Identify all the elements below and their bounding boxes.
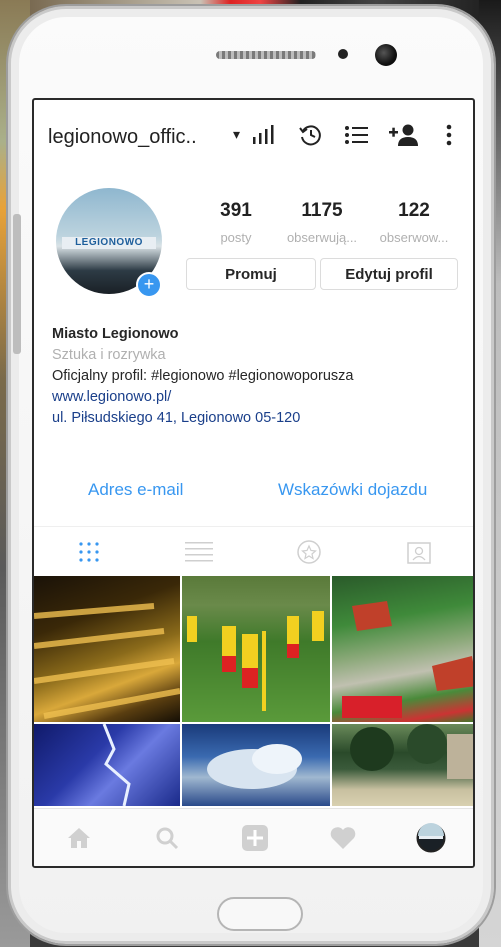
avatar-logo: LEGIONOWO bbox=[62, 237, 156, 249]
add-post-icon[interactable] bbox=[240, 823, 270, 853]
email-link[interactable]: Adres e-mail bbox=[88, 480, 183, 500]
grid-photo-benches[interactable] bbox=[34, 576, 180, 722]
app-screen: legionowo_offic.. ▾ LEGIONOWO + 391 post… bbox=[32, 98, 475, 868]
tagged-icon bbox=[407, 542, 431, 564]
profile-address-link[interactable]: ul. Piłsudskiego 41, Legionowo 05-120 bbox=[52, 408, 353, 429]
insights-icon[interactable] bbox=[248, 120, 278, 150]
following-count: 122 bbox=[398, 200, 430, 221]
profile-bio: Miasto Legionowo Sztuka i rozrywka Oficj… bbox=[52, 324, 353, 429]
username-title[interactable]: legionowo_offic.. bbox=[48, 126, 197, 149]
followers-stat[interactable]: 1175 obserwują... bbox=[272, 200, 372, 245]
archive-history-icon[interactable] bbox=[296, 120, 326, 150]
phone-sensor bbox=[338, 49, 348, 59]
grid-photo-aerial-town[interactable] bbox=[332, 576, 473, 722]
photo-grid bbox=[34, 576, 473, 806]
home-button[interactable] bbox=[217, 897, 303, 931]
grid-view-tab[interactable] bbox=[34, 527, 144, 577]
profile-name: Miasto Legionowo bbox=[52, 326, 179, 342]
tagged-tab[interactable] bbox=[364, 527, 473, 577]
more-options-icon[interactable] bbox=[434, 120, 464, 150]
list-menu-icon[interactable] bbox=[342, 120, 372, 150]
saved-tab[interactable] bbox=[254, 527, 364, 577]
profile-tabs bbox=[34, 526, 473, 577]
grid-icon bbox=[79, 542, 99, 562]
grid-photo-park[interactable] bbox=[332, 724, 473, 806]
promote-button[interactable]: Promuj bbox=[186, 258, 316, 290]
following-label: obserwow... bbox=[379, 230, 449, 245]
home-icon[interactable] bbox=[64, 823, 94, 853]
followers-count: 1175 bbox=[301, 200, 343, 221]
phone-speaker bbox=[216, 51, 316, 59]
profile-category: Sztuka i rozrywka bbox=[52, 347, 166, 363]
grid-photo-lightning[interactable] bbox=[34, 724, 180, 806]
volume-button bbox=[13, 214, 21, 354]
add-story-icon[interactable]: + bbox=[136, 272, 162, 298]
account-switch-caret-icon[interactable]: ▾ bbox=[233, 126, 240, 143]
bottom-navigation bbox=[34, 808, 473, 866]
profile-topbar: legionowo_offic.. ▾ bbox=[34, 100, 473, 178]
posts-stat[interactable]: 391 posty bbox=[206, 200, 266, 245]
profile-icon[interactable] bbox=[416, 823, 446, 853]
heart-icon[interactable] bbox=[328, 823, 358, 853]
posts-label: posty bbox=[220, 230, 252, 245]
grid-photo-football[interactable] bbox=[182, 576, 330, 722]
edit-profile-button[interactable]: Edytuj profil bbox=[320, 258, 458, 290]
add-person-icon[interactable] bbox=[388, 120, 418, 150]
profile-description: Oficjalny profil: #legionowo #legionowop… bbox=[52, 368, 354, 384]
followers-label: obserwują... bbox=[286, 230, 358, 245]
front-camera bbox=[375, 44, 397, 66]
posts-count: 391 bbox=[220, 200, 252, 221]
directions-link[interactable]: Wskazówki dojazdu bbox=[278, 480, 427, 500]
grid-photo-clouds[interactable] bbox=[182, 724, 330, 806]
search-icon[interactable] bbox=[152, 823, 182, 853]
saved-icon bbox=[297, 540, 321, 564]
following-stat[interactable]: 122 obserwow... bbox=[364, 200, 464, 245]
profile-website-link[interactable]: www.legionowo.pl/ bbox=[52, 387, 353, 408]
list-icon bbox=[185, 542, 213, 562]
list-view-tab[interactable] bbox=[144, 527, 254, 577]
